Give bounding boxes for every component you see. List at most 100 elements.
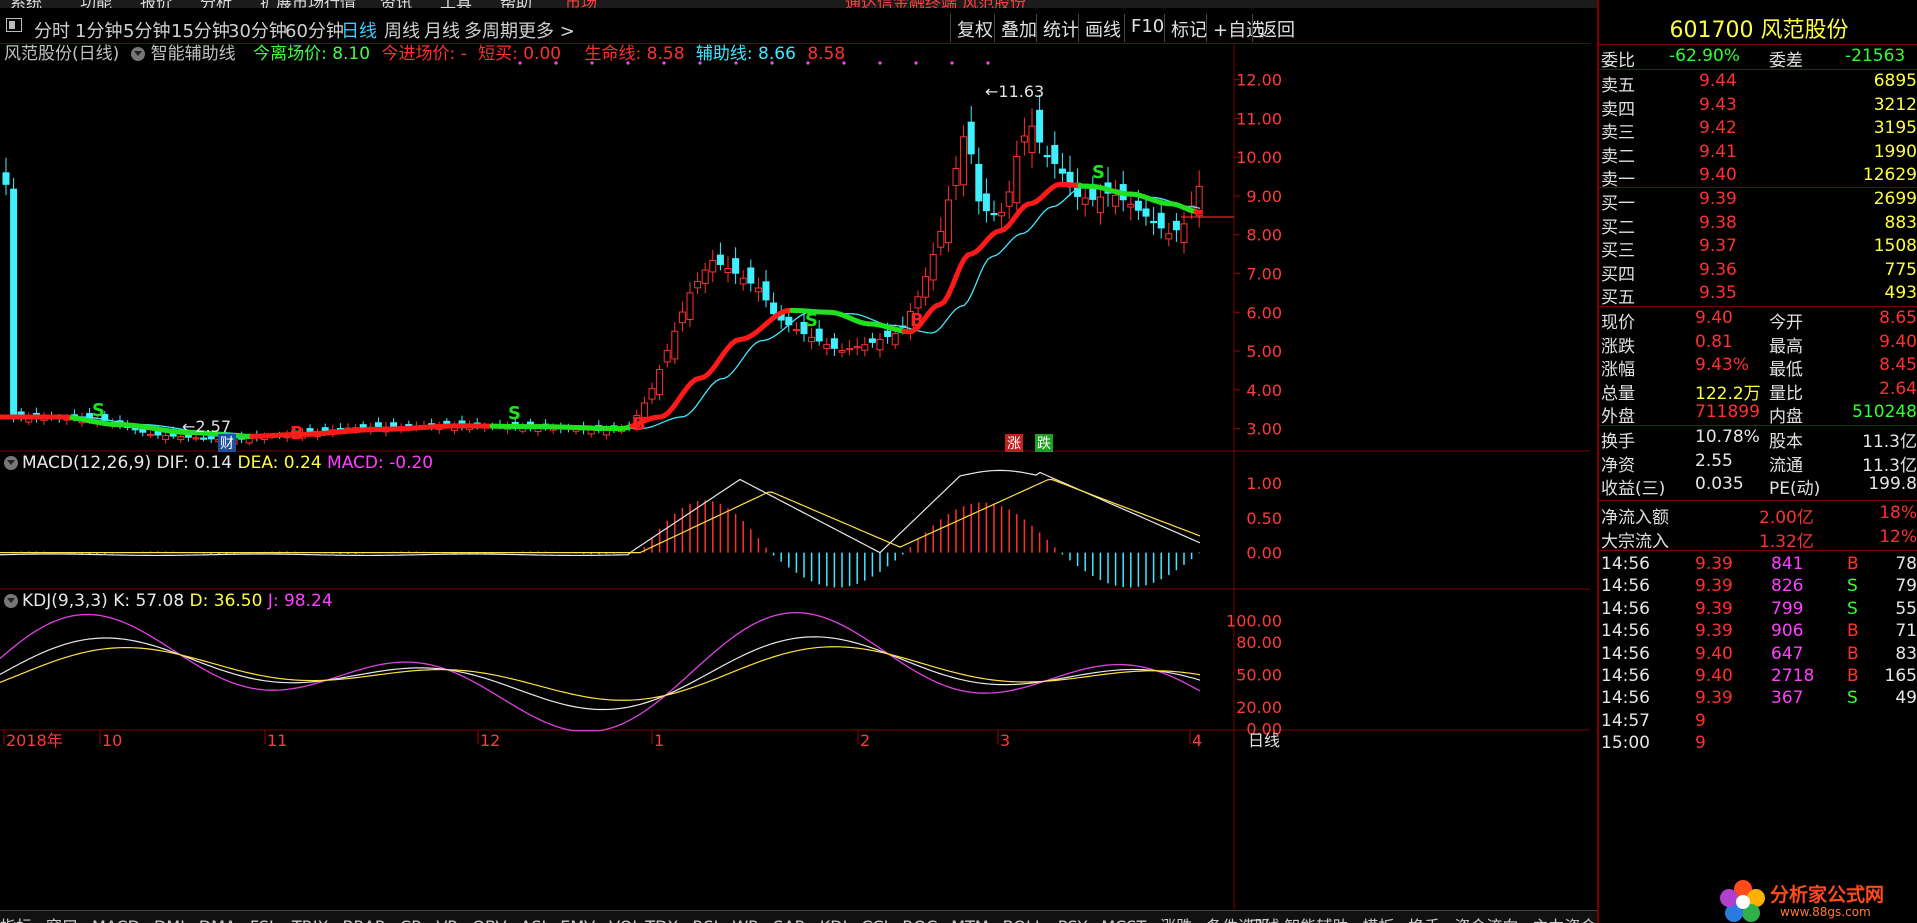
- stat-row[interactable]: 现价 9.40 今开 8.65: [1599, 308, 1917, 333]
- stat-row[interactable]: 总量 122.2万 量比 2.64: [1599, 379, 1917, 404]
- fund-row[interactable]: 收益(三) 0.035 PE(动) 199.8: [1599, 474, 1917, 499]
- menu-market-tab[interactable]: 市场: [565, 0, 597, 8]
- menu-analysis[interactable]: 分析: [200, 0, 232, 8]
- bottom-tab[interactable]: BRAR: [343, 917, 387, 923]
- stat-row[interactable]: 涨跌 0.81 最高 9.40: [1599, 331, 1917, 357]
- stat-value: 0.81: [1695, 331, 1733, 352]
- menu-tools[interactable]: 工具: [440, 0, 472, 8]
- bottom-tab[interactable]: DMA: [199, 917, 236, 923]
- ask-row[interactable]: 卖三 9.42 3195: [1599, 118, 1917, 143]
- bid-row[interactable]: 买一 9.39 2699: [1599, 189, 1917, 214]
- tick-row[interactable]: 14:56 9.40 2718 B 165: [1599, 666, 1917, 689]
- flow-row[interactable]: 大宗流入 1.32亿 12%: [1599, 527, 1917, 552]
- candle-down: [131, 428, 139, 431]
- ask-row[interactable]: 卖四 9.43 3212: [1599, 95, 1917, 120]
- adjust-button[interactable]: 复权: [950, 14, 999, 42]
- stat-value: 122.2万: [1695, 383, 1761, 404]
- indicator-dropdown-icon[interactable]: [130, 47, 145, 61]
- bid-row[interactable]: 买四 9.36 775: [1599, 259, 1917, 285]
- bottom-tab[interactable]: RSI: [692, 917, 718, 923]
- menu-function[interactable]: 功能: [80, 0, 112, 8]
- menu-extended-market[interactable]: 扩展市场行情: [260, 0, 356, 8]
- site-watermark: 分析家公式网 www.88gs.com: [1718, 878, 1917, 923]
- bottom-tab[interactable]: MTM: [951, 917, 988, 923]
- bottom-tab[interactable]: PSY: [1058, 917, 1088, 923]
- menu-info[interactable]: 资讯: [380, 0, 412, 8]
- stat-value: 711899: [1695, 402, 1760, 422]
- bottom-tab[interactable]: KDJ: [820, 917, 848, 923]
- bottom-right-period[interactable]: 日线: [1248, 913, 1280, 923]
- bottom-tab[interactable]: MCST: [1101, 917, 1146, 923]
- kline-chart-svg[interactable]: 12.0011.0010.009.008.007.006.005.004.003…: [0, 44, 1590, 923]
- ask-row[interactable]: 卖一 9.40 12629: [1599, 165, 1917, 190]
- bottom-tab[interactable]: BOLL: [1003, 917, 1044, 923]
- bottom-tab[interactable]: 智能辅助: [1284, 917, 1348, 923]
- bottom-tab[interactable]: 资金流向: [1454, 917, 1518, 923]
- bottom-tab[interactable]: 窗口: [46, 917, 78, 923]
- bid-row[interactable]: 买五 9.35 493: [1599, 283, 1917, 308]
- bottom-tab[interactable]: VR: [436, 917, 458, 923]
- bottom-tab[interactable]: MACD: [92, 917, 140, 923]
- bottom-tab[interactable]: OBV: [472, 917, 506, 923]
- price-tick-label: 11.00: [1236, 109, 1282, 128]
- bottom-tab[interactable]: TRIX: [292, 917, 329, 923]
- tick-row[interactable]: 14:57 9: [1599, 711, 1917, 734]
- bottom-tab[interactable]: ROC: [902, 917, 937, 923]
- tick-side: B: [1847, 643, 1859, 664]
- fund-row[interactable]: 净资 2.55 流通 11.3亿: [1599, 451, 1917, 476]
- back-button[interactable]: 返回: [1252, 14, 1301, 42]
- bottom-tab[interactable]: CR: [400, 917, 422, 923]
- flow-row[interactable]: 净流入额 2.00亿 18%: [1599, 503, 1917, 528]
- draw-button[interactable]: 画线: [1078, 14, 1127, 42]
- stat-row[interactable]: 涨幅 9.43% 最低 8.45: [1599, 355, 1917, 380]
- bottom-tab[interactable]: 指标: [0, 917, 32, 923]
- bottom-tab[interactable]: WR: [732, 917, 759, 923]
- layout-toggle-icon[interactable]: [6, 18, 22, 32]
- tick-row[interactable]: 14:56 9.39 826 S 79: [1599, 576, 1917, 599]
- fund-value: 0.035: [1695, 474, 1744, 494]
- bid-row[interactable]: 买三 9.37 1508: [1599, 236, 1917, 261]
- legend-indicator[interactable]: 智能辅助线: [130, 44, 242, 64]
- ask-row[interactable]: 卖五 9.44 6895: [1599, 71, 1917, 96]
- ask-price: 9.44: [1699, 71, 1737, 91]
- tick-row[interactable]: 14:56 9.39 367 S 49: [1599, 688, 1917, 711]
- kdj-dropdown-icon[interactable]: [4, 594, 18, 608]
- kline-chart-area[interactable]: 12.00 11.00 10.00 9.00 8.00 7.00 6.00 5.00 4.00 3…: [0, 44, 1590, 923]
- bottom-tab[interactable]: VOL-TDX: [609, 917, 678, 923]
- bid-row[interactable]: 买二 9.38 883: [1599, 213, 1917, 238]
- macd-dropdown-icon[interactable]: [4, 456, 18, 470]
- fund-row[interactable]: 换手 10.78% 股本 11.3亿: [1599, 427, 1917, 452]
- ask-price: 9.42: [1699, 118, 1737, 138]
- bottom-tab[interactable]: DMI: [154, 917, 185, 923]
- bottom-tab[interactable]: SAR: [773, 917, 806, 923]
- x-tick-label: 4: [1192, 731, 1202, 750]
- tick-row[interactable]: 14:56 9.40 647 B 83: [1599, 644, 1917, 667]
- fund-value: 10.78%: [1695, 427, 1760, 447]
- bottom-tab[interactable]: CCI: [861, 917, 888, 923]
- bottom-tab[interactable]: ASI: [520, 917, 546, 923]
- bid-volume: 775: [1884, 259, 1917, 280]
- tick-row[interactable]: 14:56 9.39 841 B 78: [1599, 554, 1917, 577]
- candle-up: [1005, 191, 1013, 207]
- tick-row[interactable]: 14:56 9.39 906 B 71: [1599, 621, 1917, 644]
- bottom-tab[interactable]: 模板: [1362, 917, 1394, 923]
- menu-system[interactable]: 系统: [10, 0, 42, 8]
- stat-row[interactable]: 外盘 711899 内盘 510248: [1599, 402, 1917, 427]
- candle-down: [762, 281, 770, 301]
- ask-volume: 3195: [1873, 118, 1917, 138]
- candle-down: [770, 302, 778, 315]
- tick-row[interactable]: 15:00 9: [1599, 733, 1917, 756]
- bottom-tab[interactable]: EMV: [560, 917, 595, 923]
- bottom-tab[interactable]: FSL: [250, 917, 278, 923]
- x-tick-label: 2018年: [6, 731, 63, 750]
- bottom-tab[interactable]: 换手: [1408, 917, 1440, 923]
- tick-row[interactable]: 14:56 9.39 799 S 55: [1599, 599, 1917, 622]
- candle-up: [754, 287, 762, 293]
- bottom-tab[interactable]: 主力资金: [1532, 917, 1596, 923]
- bottom-tab[interactable]: 涨跌: [1160, 917, 1192, 923]
- tick-volume: 647: [1771, 643, 1804, 664]
- tick-count: 49: [1895, 688, 1917, 709]
- menu-quote[interactable]: 报价: [140, 0, 172, 8]
- ask-row[interactable]: 卖二 9.41 1990: [1599, 142, 1917, 167]
- menu-help[interactable]: 帮助: [500, 0, 532, 8]
